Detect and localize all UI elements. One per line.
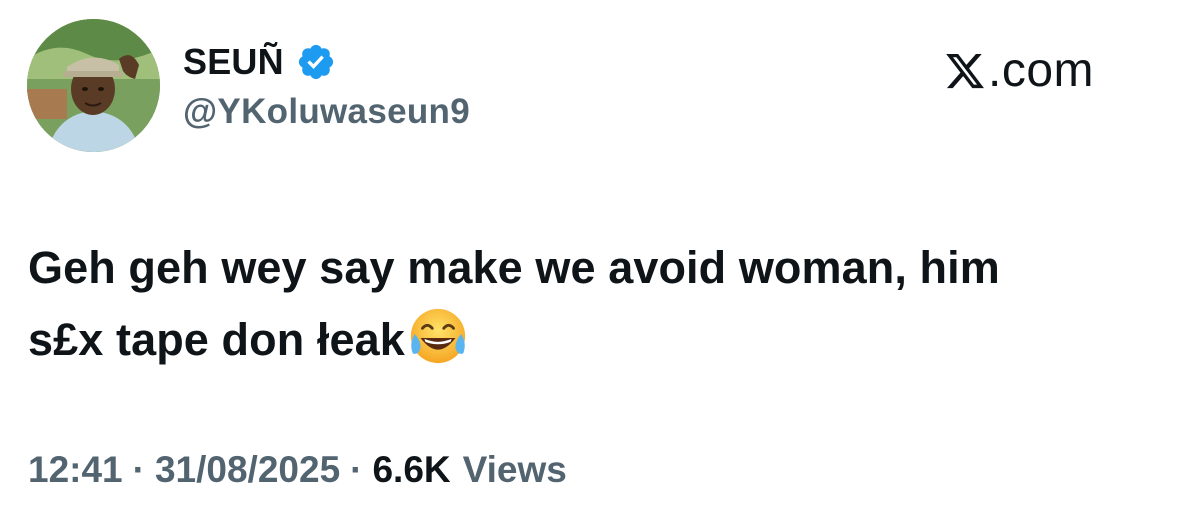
tweet-meta-row: 12:41 · 31/08/2025 · 6.6K Views xyxy=(28,448,567,492)
author-name[interactable]: SEUÑ xyxy=(183,44,284,80)
tweet-date[interactable]: 31/08/2025 xyxy=(155,448,340,492)
tweet-line-1: Geh geh wey say make we avoid woman, him xyxy=(28,242,1000,293)
tweet-text: Geh geh wey say make we avoid woman, him… xyxy=(28,232,1148,376)
tweet-card: SEUÑ @YKoluwaseun9 .com Geh geh wey say … xyxy=(0,0,1179,519)
avatar-photo xyxy=(27,19,160,152)
verified-badge-icon xyxy=(298,44,333,80)
brand-logo: .com xyxy=(944,46,1094,96)
tweet-line-2-wrapper: s£x tape don łeak xyxy=(28,304,1148,376)
views-count[interactable]: 6.6K xyxy=(372,448,450,492)
meta-separator-2: · xyxy=(350,449,363,490)
x-logo-icon xyxy=(946,53,984,89)
brand-text: .com xyxy=(988,44,1095,97)
face-with-tears-of-joy-icon xyxy=(410,308,465,364)
tweet-line-2: s£x tape don łeak xyxy=(28,314,405,365)
views-label: Views xyxy=(462,449,567,490)
avatar[interactable] xyxy=(27,19,160,152)
tweet-time[interactable]: 12:41 xyxy=(28,448,123,492)
author-handle[interactable]: @YKoluwaseun9 xyxy=(183,94,470,129)
author-name-row: SEUÑ xyxy=(183,40,336,84)
meta-separator: · xyxy=(132,449,145,490)
